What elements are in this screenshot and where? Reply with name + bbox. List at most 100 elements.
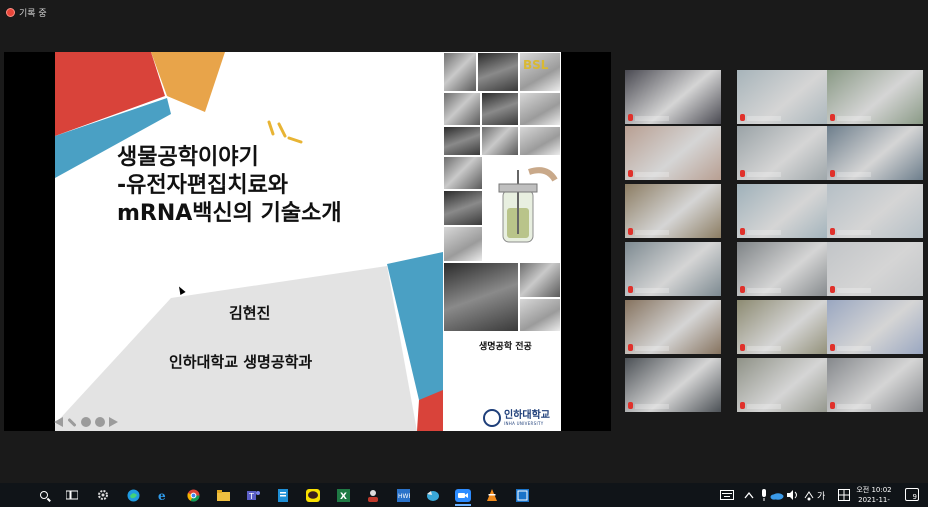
participant-video-tile[interactable]	[827, 126, 923, 180]
kakaotalk-button[interactable]	[306, 488, 320, 502]
gear-icon	[98, 490, 108, 500]
clock-date: 2021-11-13	[858, 496, 890, 507]
microphone-tray[interactable]	[757, 488, 771, 502]
participant-name-bar	[837, 346, 871, 351]
participant-video-tile[interactable]	[737, 300, 833, 354]
app-button[interactable]	[276, 488, 290, 502]
participant-gallery	[625, 70, 925, 414]
participant-video-tile[interactable]	[827, 300, 923, 354]
volume-tray[interactable]	[786, 488, 800, 502]
windows-taskbar: e T X HWP	[0, 483, 928, 507]
participant-video-tile[interactable]	[625, 300, 721, 354]
zoom-icon	[455, 488, 471, 502]
participant-name-bar	[747, 230, 781, 235]
whale-browser-icon	[427, 490, 439, 501]
vlc-button[interactable]	[485, 488, 499, 502]
participant-video-tile[interactable]	[827, 184, 923, 238]
search-button[interactable]	[37, 488, 51, 502]
action-center-button[interactable]: 9	[905, 488, 919, 501]
participant-video-tile[interactable]	[737, 184, 833, 238]
gray-shape	[55, 266, 417, 431]
previous-slide-icon[interactable]	[54, 417, 63, 427]
participant-name-bar	[747, 288, 781, 293]
muted-mic-icon	[740, 344, 745, 351]
more-options-icon[interactable]	[95, 417, 105, 427]
lab-photo	[481, 126, 519, 156]
vlc-cone-icon	[487, 488, 497, 501]
participant-video-tile[interactable]	[625, 358, 721, 412]
participant-video-tile[interactable]	[737, 242, 833, 296]
muted-mic-icon	[830, 344, 835, 351]
user-app-button[interactable]	[366, 488, 380, 502]
researcher-photo	[443, 262, 519, 332]
participant-video-tile[interactable]	[827, 70, 923, 124]
person-icon	[368, 489, 378, 502]
participant-video-tile[interactable]	[737, 126, 833, 180]
participant-name-bar	[747, 404, 781, 409]
participant-video-tile[interactable]	[625, 70, 721, 124]
lab-photo	[443, 126, 481, 156]
participant-video-tile[interactable]	[827, 242, 923, 296]
participant-video-tile[interactable]	[625, 126, 721, 180]
lab-photo	[519, 126, 561, 156]
chrome-icon	[186, 489, 199, 502]
shared-screen: BSL 생물공학이야기 -유전자편집치료와 mRNA백신의 기술소개 김현진 인…	[4, 52, 611, 431]
speaker-icon	[787, 490, 797, 500]
show-hidden-icons[interactable]	[742, 488, 756, 502]
settings-button[interactable]	[96, 488, 110, 502]
onedrive-app-button[interactable]	[515, 488, 529, 502]
excel-icon: X	[336, 488, 350, 502]
microphone-icon	[762, 489, 766, 501]
lab-photo	[481, 92, 519, 126]
keyboard-icon[interactable]	[720, 488, 734, 502]
recording-indicator[interactable]: 기록 중	[6, 5, 47, 19]
desktop-screen: 기록 중 BSL 생물공학이야기 -유전자편집치료와 mRNA백신의 기술소개 …	[0, 0, 928, 507]
lab-photo	[477, 52, 519, 92]
lab-photo	[443, 190, 483, 226]
edge-button[interactable]	[126, 488, 140, 502]
university-name: 인하대학교	[504, 409, 550, 421]
muted-mic-icon	[740, 170, 745, 177]
ime-mode-tray[interactable]	[837, 488, 851, 502]
chrome-button[interactable]	[186, 488, 200, 502]
onedrive-tray[interactable]	[770, 488, 784, 502]
system-clock[interactable]: 오전 10:02 2021-11-13	[856, 485, 892, 507]
slides-grid-icon[interactable]	[81, 417, 91, 427]
input-method-indicator[interactable]: 가	[817, 489, 825, 502]
pen-icon[interactable]	[67, 417, 77, 427]
browser-button[interactable]	[426, 488, 440, 502]
start-button[interactable]	[10, 489, 22, 501]
title-line: 생물공학이야기	[117, 145, 259, 170]
teams-button[interactable]: T	[246, 488, 260, 502]
muted-mic-icon	[740, 286, 745, 293]
lab-photo	[519, 298, 561, 332]
svg-text:HWP: HWP	[398, 493, 410, 500]
lab-photo	[519, 92, 561, 126]
network-tray[interactable]	[802, 488, 816, 502]
participant-name-bar	[837, 404, 871, 409]
university-seal-icon	[483, 409, 501, 427]
zoom-button[interactable]	[455, 488, 471, 502]
participant-name-bar	[837, 230, 871, 235]
file-explorer-button[interactable]	[216, 488, 230, 502]
participant-name-bar	[635, 404, 669, 409]
ie-button[interactable]: e	[156, 488, 170, 502]
active-app-indicator	[455, 504, 471, 506]
task-view-button[interactable]	[65, 488, 79, 502]
participant-name-bar	[635, 346, 669, 351]
participant-video-tile[interactable]	[625, 242, 721, 296]
participant-video-tile[interactable]	[827, 358, 923, 412]
participant-name-bar	[635, 288, 669, 293]
bsl-badge: BSL	[523, 58, 549, 72]
hwp-button[interactable]: HWP	[396, 488, 410, 502]
muted-mic-icon	[830, 228, 835, 235]
edge-icon	[127, 489, 139, 501]
participant-video-tile[interactable]	[737, 70, 833, 124]
internet-explorer-icon: e	[158, 489, 166, 502]
next-slide-icon[interactable]	[109, 417, 118, 427]
excel-button[interactable]: X	[336, 488, 350, 502]
chevron-up-icon	[744, 491, 754, 499]
participant-video-tile[interactable]	[625, 184, 721, 238]
recording-label: 기록 중	[19, 8, 47, 19]
participant-video-tile[interactable]	[737, 358, 833, 412]
